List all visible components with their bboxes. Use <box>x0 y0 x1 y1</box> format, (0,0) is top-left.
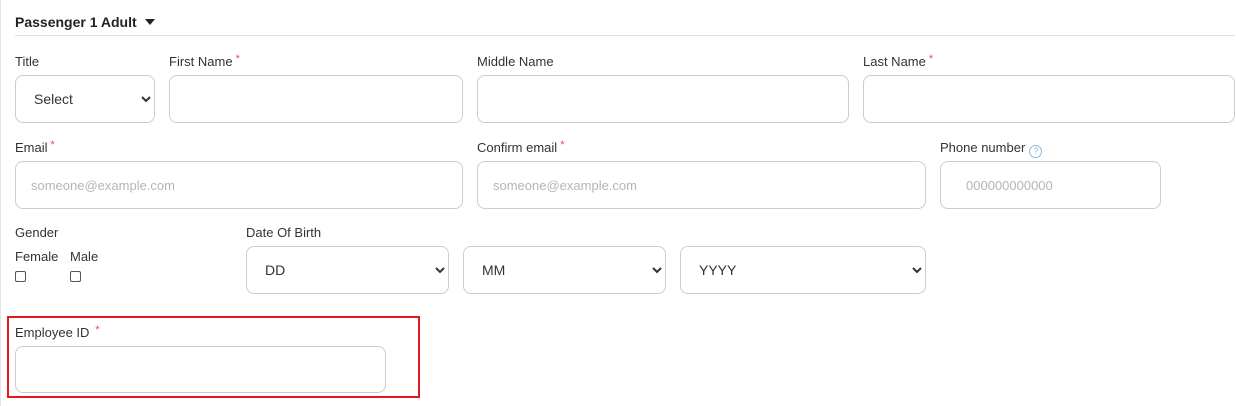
male-checkbox[interactable] <box>70 271 81 282</box>
first-name-label: First Name * <box>169 53 240 69</box>
required-star: * <box>50 139 55 151</box>
employee-id-input[interactable] <box>15 346 386 393</box>
required-star: * <box>235 53 240 65</box>
phone-label: Phone number? <box>940 140 1043 158</box>
title-select[interactable]: Select <box>15 75 155 123</box>
dob-year-select[interactable]: YYYY <box>680 246 926 294</box>
female-label: Female <box>15 249 59 264</box>
gender-label-text: Gender <box>15 225 59 240</box>
phone-label-text: Phone number <box>940 140 1026 155</box>
gender-label: Gender <box>15 225 58 240</box>
dob-label: Date Of Birth <box>246 225 321 240</box>
employee-id-label: Employee ID * <box>15 324 100 340</box>
last-name-label: Last Name * <box>863 53 934 69</box>
required-star: * <box>95 324 100 336</box>
dob-day-select[interactable]: DD <box>246 246 449 294</box>
email-label: Email * <box>15 139 55 155</box>
header-divider <box>15 35 1235 36</box>
phone-input[interactable] <box>940 161 1161 209</box>
male-label: Male <box>70 249 99 264</box>
email-label-text: Email <box>15 140 48 155</box>
question-circle-icon[interactable]: ? <box>1029 145 1043 158</box>
left-divider <box>0 0 1 406</box>
employee-id-label-text: Employee ID <box>15 325 90 340</box>
middle-name-label-text: Middle Name <box>477 54 554 69</box>
email-input[interactable] <box>15 161 463 209</box>
first-name-label-text: First Name <box>169 54 233 69</box>
dob-month-select[interactable]: MM <box>463 246 666 294</box>
confirm-email-input[interactable] <box>477 161 926 209</box>
dob-label-text: Date Of Birth <box>246 225 322 240</box>
last-name-label-text: Last Name <box>863 54 926 69</box>
passenger-form: Passenger 1 Adult Title Select First Nam… <box>0 0 1236 406</box>
confirm-email-label: Confirm email * <box>477 139 565 155</box>
title-label: Title <box>15 54 39 69</box>
confirm-email-label-text: Confirm email <box>477 140 558 155</box>
middle-name-label: Middle Name <box>477 54 554 69</box>
female-checkbox[interactable] <box>15 271 26 282</box>
title-label-text: Title <box>15 54 40 69</box>
middle-name-input[interactable] <box>477 75 849 123</box>
required-star: * <box>560 139 565 151</box>
required-star: * <box>928 53 934 65</box>
section-title: Passenger 1 Adult <box>15 14 137 30</box>
last-name-input[interactable] <box>863 75 1235 123</box>
first-name-input[interactable] <box>169 75 463 123</box>
caret-down-icon <box>144 19 155 25</box>
passenger-section-toggle[interactable]: Passenger 1 Adult <box>15 14 155 30</box>
